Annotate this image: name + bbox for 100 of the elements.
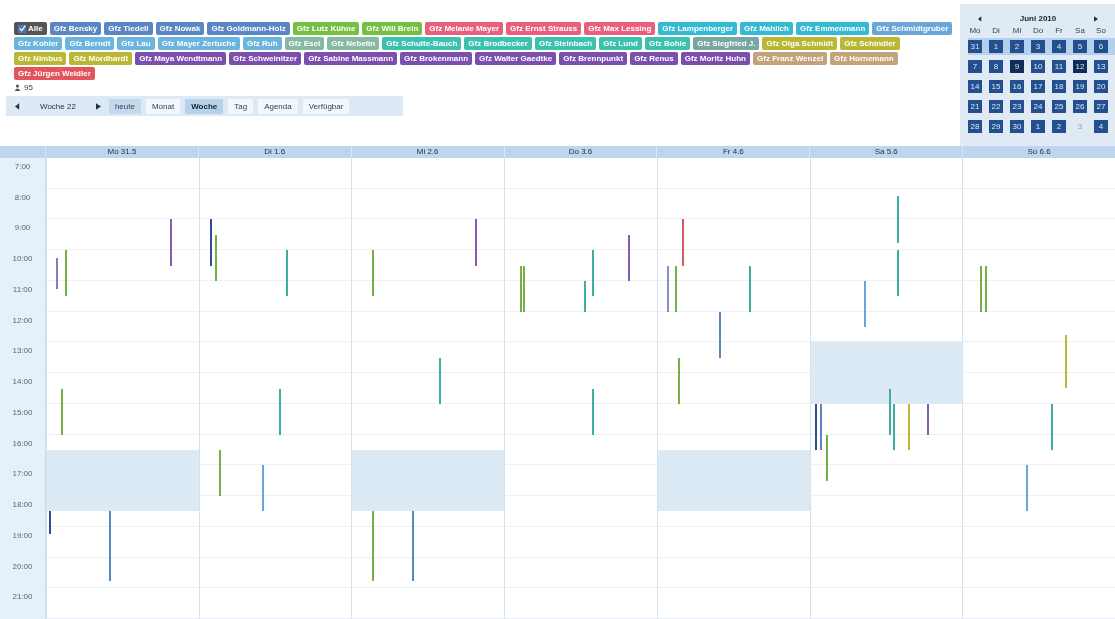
calendar-day[interactable]: 11: [1052, 60, 1066, 73]
all-filter-button[interactable]: Alle: [14, 22, 47, 35]
filter-tag[interactable]: Gfz Maya Wendtmann: [135, 52, 227, 65]
hour-label: 7:00: [14, 162, 31, 171]
calendar-day[interactable]: 29: [989, 120, 1003, 133]
calendar-day[interactable]: 19: [1073, 80, 1087, 93]
filter-tag[interactable]: Gfz Walter Gaedtke: [475, 52, 557, 65]
event-bar[interactable]: [169, 219, 172, 266]
calendar-day[interactable]: 30: [1010, 120, 1024, 133]
event-bar[interactable]: [48, 511, 51, 535]
today-button[interactable]: heute: [108, 98, 141, 114]
day-header: Sa 5.6: [809, 146, 963, 158]
filter-tag[interactable]: Gfz Ernst Strauss: [506, 22, 582, 35]
calendar-day[interactable]: 7: [968, 60, 982, 73]
filter-tag[interactable]: Gfz Goldmann-Holz: [207, 22, 290, 35]
filter-tag[interactable]: Gfz Tiedell: [104, 22, 153, 35]
calendar-day[interactable]: 1: [1031, 120, 1045, 133]
calendar-day[interactable]: 28: [968, 120, 982, 133]
view-tab[interactable]: Woche: [185, 98, 224, 114]
event-bar[interactable]: [819, 403, 822, 450]
calendar-day[interactable]: 31: [968, 40, 982, 53]
weekday-label: Fr: [1054, 26, 1064, 35]
hour-label: 15:00: [12, 407, 33, 417]
view-tab[interactable]: Monat: [145, 98, 181, 114]
hour-label: 17:00: [12, 469, 33, 479]
calendar-day[interactable]: 13: [1094, 60, 1108, 73]
hour-label: 18:00: [12, 500, 33, 510]
calendar-day[interactable]: 20: [1094, 80, 1108, 93]
event-bar[interactable]: [718, 311, 721, 358]
calendar-day[interactable]: 5: [1073, 40, 1087, 53]
event-bar[interactable]: [628, 234, 631, 281]
week-label: Woche 22: [39, 101, 77, 111]
view-tab[interactable]: Verfügbar: [302, 98, 350, 114]
calendar-day[interactable]: 2: [1052, 120, 1066, 133]
hour-label: 13:00: [12, 346, 33, 356]
previous-month-icon[interactable]: [978, 15, 982, 22]
calendar-day[interactable]: 27: [1094, 100, 1108, 113]
calendar-day[interactable]: 8: [989, 60, 1003, 73]
filter-tag[interactable]: Gfz Sabine Massmann: [304, 52, 398, 65]
checkbox-icon[interactable]: [18, 24, 26, 33]
day-header: Di 1.6: [197, 146, 351, 158]
calendar-day[interactable]: 9: [1010, 60, 1024, 73]
weekday-label: Sa: [1074, 26, 1086, 35]
calendar-day[interactable]: 23: [1010, 100, 1024, 113]
hour-label: 10:00: [12, 254, 33, 264]
calendar-day[interactable]: 17: [1031, 80, 1045, 93]
event-bar[interactable]: [475, 219, 478, 266]
weekday-label: So: [1095, 26, 1107, 35]
calendar-day[interactable]: 2: [1010, 40, 1024, 53]
calendar-day[interactable]: 10: [1031, 60, 1045, 73]
calendar-day[interactable]: 18: [1052, 80, 1066, 93]
filter-tag[interactable]: Gfz Max Lessing: [584, 22, 656, 35]
hour-label: 8:00: [14, 192, 31, 202]
calendar-day[interactable]: 3: [1031, 40, 1045, 53]
calendar-day[interactable]: 6: [1094, 40, 1108, 53]
filter-tag[interactable]: Gfz Brokenmann: [400, 52, 473, 65]
calendar-day[interactable]: 1: [989, 40, 1003, 53]
day-header: Fr 4.6: [656, 146, 810, 158]
hour-label: 20:00: [12, 561, 33, 571]
weekday-label: Mo: [968, 26, 982, 35]
hour-label: 14:00: [12, 377, 33, 387]
calendar-day[interactable]: 25: [1052, 100, 1066, 113]
hour-label: 12:00: [12, 315, 33, 325]
event-bar[interactable]: [815, 403, 818, 450]
calendar-day[interactable]: 15: [989, 80, 1003, 93]
hour-label: 21:00: [12, 592, 33, 602]
calendar-day[interactable]: 4: [1094, 120, 1108, 133]
event-bar[interactable]: [927, 403, 930, 435]
weekday-label: Do: [1031, 26, 1045, 35]
weekday-label: Mi: [1011, 26, 1023, 35]
count-text: 95: [24, 83, 33, 92]
day-header: So 6.6: [962, 146, 1115, 158]
hour-label: 11:00: [12, 284, 33, 294]
hour-label: 19:00: [12, 530, 33, 540]
calendar-day[interactable]: 12: [1073, 60, 1087, 73]
calendar-day[interactable]: 16: [1010, 80, 1024, 93]
event-bar[interactable]: [682, 219, 685, 266]
event-bar[interactable]: [109, 511, 112, 581]
filter-tag[interactable]: Gfz Nowak: [155, 22, 205, 35]
filter-tag[interactable]: Gfz Moritz Huhn: [680, 52, 750, 65]
event-bar[interactable]: [56, 257, 59, 289]
event-bar[interactable]: [411, 511, 414, 581]
person-icon: [14, 84, 21, 91]
filter-tag[interactable]: Gfz Melanie Mayer: [425, 22, 504, 35]
view-tab[interactable]: Tag: [228, 98, 254, 114]
filter-tag[interactable]: Gfz Jürgen Weidler: [14, 67, 95, 80]
calendar-day[interactable]: 22: [989, 100, 1003, 113]
calendar-day[interactable]: 24: [1031, 100, 1045, 113]
calendar-day[interactable]: 26: [1073, 100, 1087, 113]
view-tab[interactable]: Agenda: [258, 98, 298, 114]
filter-tag[interactable]: Gfz Schweinitzer: [229, 52, 302, 65]
next-month-icon[interactable]: [1094, 15, 1098, 22]
filter-tag[interactable]: Gfz Brennpunkt: [559, 52, 628, 65]
calendar-day[interactable]: 14: [968, 80, 982, 93]
event-bar[interactable]: [210, 219, 213, 266]
calendar-day[interactable]: 4: [1052, 40, 1066, 53]
filter-tag[interactable]: Gfz Bensky: [49, 22, 102, 35]
filter-tag[interactable]: Gfz Renus: [630, 52, 678, 65]
calendar-day[interactable]: 21: [968, 100, 982, 113]
weekday-label: Di: [991, 26, 1001, 35]
